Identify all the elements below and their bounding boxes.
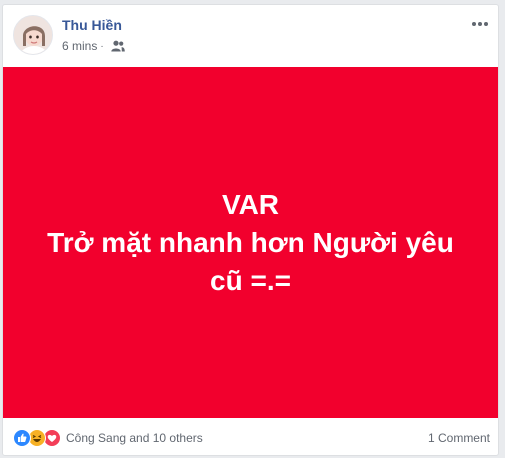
post-text-line: VAR: [221, 188, 280, 220]
like-icon: [13, 429, 31, 447]
post-text-line: Trở mặt nhanh hơn Người yêu: [47, 226, 454, 258]
more-options-icon[interactable]: [470, 15, 490, 33]
post-background-banner: VAR Trở mặt nhanh hơn Người yêu cũ =.=: [3, 67, 498, 418]
post-text-line: cũ =.=: [210, 264, 291, 296]
post-card: Thu Hiền 6 mins · VAR Trở mặt nhanh hơn …: [2, 4, 499, 456]
author-name[interactable]: Thu Hiền: [62, 17, 122, 33]
post-meta: 6 mins ·: [62, 39, 125, 53]
friends-icon[interactable]: [110, 40, 125, 52]
meta-separator: ·: [100, 40, 104, 52]
reaction-summary[interactable]: Công Sang and 10 others: [13, 429, 203, 447]
avatar-photo-icon: [14, 16, 52, 54]
page: Thu Hiền 6 mins · VAR Trở mặt nhanh hơn …: [0, 0, 505, 458]
author-avatar[interactable]: [13, 15, 53, 55]
post-text: VAR Trở mặt nhanh hơn Người yêu cũ =.=: [41, 186, 461, 300]
post-header: Thu Hiền 6 mins ·: [3, 5, 498, 67]
reaction-count-text[interactable]: Công Sang and 10 others: [66, 431, 203, 445]
comment-count-link[interactable]: 1 Comment: [428, 431, 490, 445]
post-timestamp[interactable]: 6 mins: [62, 39, 97, 53]
post-footer: Công Sang and 10 others 1 Comment: [3, 418, 498, 455]
